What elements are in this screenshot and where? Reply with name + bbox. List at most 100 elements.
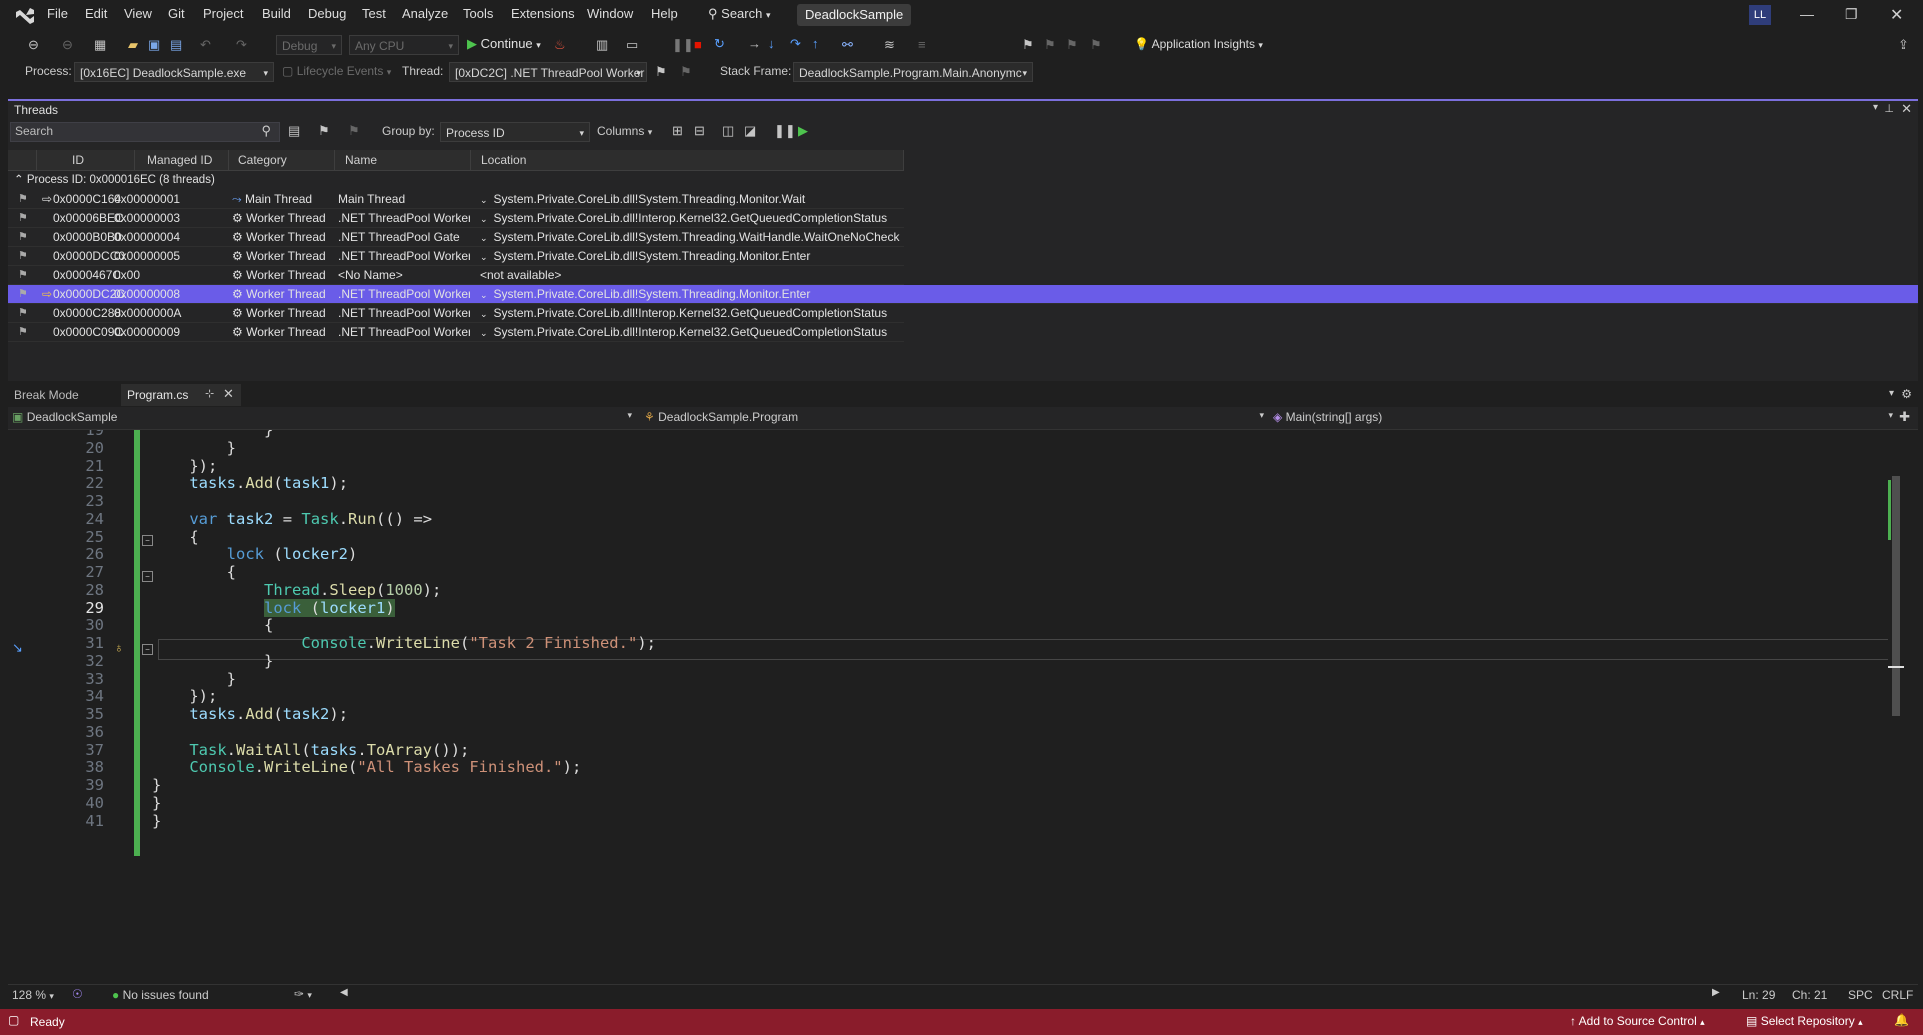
forward-icon[interactable]: ⊖ [62,37,73,53]
menu-analyze[interactable]: Analyze [402,6,448,21]
close-icon[interactable]: ✕ [223,386,234,402]
open-folder-icon[interactable]: ▰ [128,37,138,53]
process-dropdown[interactable]: [0x16EC] DeadlockSample.exe ▾ [74,62,274,82]
tab-break-mode[interactable]: Break Mode [14,388,79,402]
flag-icon[interactable]: ⚑ [18,190,28,208]
collapse-arrow-icon[interactable]: ⌃ [14,174,24,186]
expand-chevron-icon[interactable]: ⌄ [480,252,488,262]
code-editor[interactable]: ↘ ♁ − − − 19 } 20 } 21 }); 22 tasks.Add(tas… [8,430,1904,983]
scroll-right-icon[interactable]: ▶ [1712,987,1720,998]
menu-project[interactable]: Project [203,6,243,21]
thread-row[interactable]: ⚑ 0x0000467C 0x00 ⚙ Worker Thread <No Name> <… [8,266,904,285]
close-icon[interactable]: ✕ [1901,101,1912,117]
stackframe-dropdown[interactable]: DeadlockSample.Program.Main.Anonymc ▾ [793,62,1033,82]
thaw-threads-icon[interactable]: ◪ [744,123,756,139]
diagnostic-icon[interactable]: ▭ [626,37,638,53]
save-icon[interactable]: ▣ [148,37,160,53]
flag-filter-icon[interactable]: ⚑ [680,64,692,80]
tab-dropdown-icon[interactable]: ▾ [1889,388,1894,399]
expand-chevron-icon[interactable]: ⌄ [480,290,488,300]
flag-icon[interactable]: ⚑ [18,285,28,303]
expand-chevron-icon[interactable]: ⌄ [480,309,488,319]
expand-chevron-icon[interactable]: ⌄ [480,214,488,224]
hot-reload-icon[interactable]: ♨ [554,37,566,53]
step-into-icon[interactable]: ↓ [768,36,775,52]
expand-chevron-icon[interactable]: ⌄ [480,328,488,338]
flag-icon[interactable]: ⚑ [18,266,28,284]
bookmark-clear-icon[interactable]: ⚑ [1090,37,1102,53]
platform-dropdown[interactable]: Any CPU ▾ [349,35,459,55]
close-icon[interactable]: ✕ [1890,5,1903,25]
column-id[interactable]: ID [72,153,84,167]
vs-logo-icon[interactable] [14,6,36,26]
back-icon[interactable]: ⊖ [28,37,39,53]
flag-icon[interactable]: ⚑ [18,209,28,227]
menu-test[interactable]: Test [362,6,386,21]
browser-link-icon[interactable]: ▥ [596,37,608,53]
column-category[interactable]: Category [238,153,287,167]
add-to-source-control-button[interactable]: ↑ Add to Source Control ▴ [1570,1014,1705,1028]
thread-markers-icon[interactable]: ≋ [884,37,895,53]
window-position-icon[interactable]: ▾ [1873,102,1878,113]
menu-tools[interactable]: Tools [463,6,493,21]
step-over-icon[interactable]: ↷ [790,36,801,52]
menu-help[interactable]: Help [651,6,678,21]
column-location[interactable]: Location [481,153,526,167]
menu-file[interactable]: File [47,6,68,21]
copilot-icon[interactable]: ☉ [72,987,83,1001]
undo-icon[interactable]: ↶ [200,37,211,53]
collapse-groups-icon[interactable]: ⊟ [694,123,705,139]
select-repository-button[interactable]: ▤ Select Repository ▴ [1746,1014,1863,1028]
flag-icon[interactable]: ⚑ [18,304,28,322]
threads-search-input[interactable]: Search ⚲ [10,122,280,142]
bookmark-prev-icon[interactable]: ⚑ [1044,37,1056,53]
pin-icon[interactable]: ⊹ [205,387,214,400]
menu-git[interactable]: Git [168,6,185,21]
class-dropdown[interactable]: ⚘ DeadlockSample.Program ▾ [644,410,1264,424]
thread-dropdown[interactable]: [0xDC2C] .NET ThreadPool Worker ▾ [449,62,647,82]
user-avatar[interactable]: LL [1749,5,1771,25]
expand-chevron-icon[interactable]: ⌄ [480,195,488,205]
expand-chevron-icon[interactable]: ⌄ [480,233,488,243]
thread-row[interactable]: ⚑ 0x0000C288 0x0000000A ⚙ Worker Thread .NET… [8,304,904,323]
expand-callstacks-icon[interactable]: ▤ [288,123,300,139]
flag-icon[interactable]: ⚑ [18,228,28,246]
thread-row[interactable]: ⚑ ⇨ 0x0000DC2C 0x00000008 ⚙ Worker Thread .NE… [8,285,1918,304]
column-managed-id[interactable]: Managed ID [147,153,212,167]
process-group-row[interactable]: ⌃ Process ID: 0x000016EC (8 threads) [14,172,215,186]
columns-button[interactable]: Columns ▾ [597,124,652,138]
zoom-dropdown[interactable]: 128 % ▾ [12,988,54,1002]
menu-view[interactable]: View [124,6,152,21]
pin-icon[interactable]: ⊥ [1884,102,1894,115]
menu-build[interactable]: Build [262,6,291,21]
redo-icon[interactable]: ↷ [236,37,247,53]
application-insights-button[interactable]: 💡 Application Insights ▾ [1134,37,1263,51]
freeze-threads-icon[interactable]: ◫ [722,123,734,139]
thread-row[interactable]: ⚑ 0x0000B0B0 0x00000004 ⚙ Worker Thread .NET… [8,228,904,247]
flag-icon[interactable]: ⚑ [318,123,330,139]
group-by-dropdown[interactable]: Process ID ▾ [440,122,590,142]
menu-window[interactable]: Window [587,6,633,21]
bookmark-next-icon[interactable]: ⚑ [1066,37,1078,53]
flag-icon[interactable]: ⚑ [18,247,28,265]
minimize-icon[interactable]: — [1800,6,1814,22]
member-dropdown[interactable]: ◈ Main(string[] args) ▾ [1273,410,1893,424]
thread-row[interactable]: ⚑ 0x0000DCC0 0x00000005 ⚙ Worker Thread .NET… [8,247,904,266]
notifications-icon[interactable]: 🔔 [1894,1013,1909,1027]
play-icon[interactable]: ▶ [798,123,808,139]
menu-extensions[interactable]: Extensions [511,6,575,21]
flag-icon[interactable]: ⚑ [18,323,28,341]
project-dropdown[interactable]: ▣ DeadlockSample ▾ [12,410,632,424]
thread-row[interactable]: ⚑ 0x00006BEC 0x00000003 ⚙ Worker Thread .NET… [8,209,904,228]
whitespace-indicator[interactable]: SPC [1848,988,1873,1002]
continue-button[interactable]: ▶ Continue ▾ [467,36,541,52]
code-map-icon[interactable]: ⚯ [842,37,853,53]
break-all-icon[interactable]: ❚❚ [672,37,694,53]
step-out-icon[interactable]: ↑ [812,36,819,52]
restart-icon[interactable]: ↻ [714,36,725,52]
bookmark-icon[interactable]: ⚑ [1022,37,1034,53]
format-icon[interactable]: ≡ [918,37,926,53]
tab-program-cs[interactable]: Program.cs ⊹ ✕ [121,384,241,406]
configuration-dropdown[interactable]: Debug ▾ [276,35,342,55]
vertical-scrollbar[interactable] [1888,430,1904,983]
